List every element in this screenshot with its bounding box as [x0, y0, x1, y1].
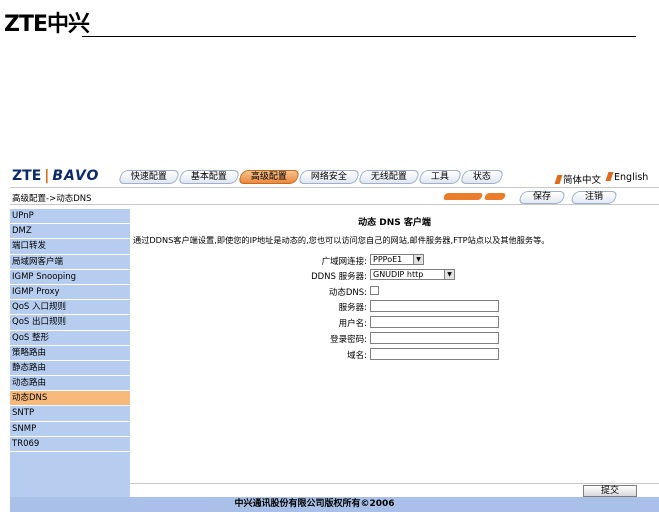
header-rule [82, 36, 636, 37]
sidebar-item-static-routing[interactable]: 静态路由 [10, 361, 130, 377]
sidebar-item-policy-routing[interactable]: 策略路由 [10, 346, 130, 361]
server-input[interactable] [370, 300, 499, 312]
sidebar-item-qos-ingress[interactable]: QoS 入口规则 [10, 300, 130, 316]
action-buttons: 保存 注销 [517, 191, 619, 204]
server-label: 服务器: [338, 303, 367, 313]
top-nav-bar: ZTE | BAVO 快速配置 基本配置 高级配置 网络安全 无线配置 工具 状态 … [10, 165, 659, 188]
ddns-server-select[interactable]: GNUDIP http ▼ [370, 269, 455, 280]
sidebar-item-qos-shaping[interactable]: QoS 整形 [10, 331, 130, 346]
sidebar-item-tr069[interactable]: TR069 [10, 437, 130, 452]
username-input[interactable] [370, 316, 499, 328]
main-tabs: 快速配置 基本配置 高级配置 网络安全 无线配置 工具 状态 [117, 170, 505, 184]
main-content: 动态 DNS 客户端 通过DDNS客户端设置,即使您的IP地址是动态的,您也可以… [130, 209, 659, 497]
chevron-down-icon[interactable]: ▼ [413, 255, 423, 264]
copyright-footer: 中兴通讯股份有限公司版权所有©2006 [10, 497, 659, 512]
sidebar-item-igmp-proxy[interactable]: IGMP Proxy [10, 285, 130, 301]
dynamic-dns-checkbox[interactable] [370, 286, 379, 295]
tab-basic-setup[interactable]: 基本配置 [177, 170, 241, 184]
dynamic-dns-label: 动态DNS: [328, 288, 367, 298]
username-label: 用户名: [338, 319, 367, 329]
sub-bar: 高级配置->动态DNS 保存 注销 [10, 189, 659, 205]
wan-connection-select[interactable]: PPPoE1 ▼ [370, 254, 424, 265]
language-switch: 简体中文 English [554, 172, 648, 186]
sidebar-item-dmz[interactable]: DMZ [10, 224, 130, 240]
tab-advanced-setup[interactable]: 高级配置 [237, 170, 301, 184]
ddns-server-label: DDNS 服务器: [311, 272, 367, 282]
brand-logo: ZTE | BAVO [12, 168, 100, 184]
domain-input[interactable] [370, 348, 499, 360]
tab-wireless-setup[interactable]: 无线配置 [357, 170, 421, 184]
sidebar-item-dynamic-routing[interactable]: 动态路由 [10, 376, 130, 392]
page-description: 通过DDNS客户端设置,即使您的IP地址是动态的,您也可以访问您自己的网站,邮件… [133, 235, 550, 245]
lang-chinese-link[interactable]: 简体中文 [554, 172, 601, 186]
domain-label: 域名: [347, 351, 367, 361]
sidebar-item-lan-clients[interactable]: 局域网客户端 [10, 255, 130, 270]
sidebar-item-sntp[interactable]: SNTP [10, 406, 130, 422]
sidebar-item-upnp[interactable]: UPnP [10, 209, 130, 225]
sidebar-item-igmp-snooping[interactable]: IGMP Snooping [10, 270, 130, 285]
router-ui: ZTE | BAVO 快速配置 基本配置 高级配置 网络安全 无线配置 工具 状态 … [10, 165, 659, 512]
chevron-down-icon[interactable]: ▼ [444, 270, 454, 279]
lang-marker-icon [605, 172, 614, 181]
sidebar-item-dynamic-dns[interactable]: 动态DNS [10, 391, 130, 407]
lang-english-link[interactable]: English [605, 172, 648, 186]
page-title: 动态 DNS 客户端 [358, 218, 431, 228]
sidebar-item-port-forwarding[interactable]: 端口转发 [10, 239, 130, 255]
decor-bar [483, 193, 507, 200]
decor-marks [442, 193, 507, 200]
save-button[interactable]: 保存 [517, 191, 567, 204]
decor-bar [442, 193, 484, 200]
password-label: 登录密码: [330, 335, 367, 345]
bottom-bar: 提交 [130, 483, 659, 497]
lang-marker-icon [554, 175, 563, 184]
document-header: ZTE中兴 [4, 4, 636, 40]
sidebar-item-snmp[interactable]: SNMP [10, 422, 130, 437]
sidebar: UPnP DMZ 端口转发 局域网客户端 IGMP Snooping IGMP … [10, 209, 130, 497]
submit-button[interactable]: 提交 [583, 485, 637, 497]
tab-tools[interactable]: 工具 [417, 170, 463, 184]
sidebar-item-qos-egress[interactable]: QoS 出口规则 [10, 315, 130, 331]
wan-connection-label: 广域网连接: [321, 257, 367, 267]
tab-status[interactable]: 状态 [459, 170, 505, 184]
zte-logo: ZTE中兴 [4, 12, 90, 37]
password-input[interactable] [370, 332, 499, 344]
breadcrumb: 高级配置->动态DNS [12, 194, 92, 204]
logout-button[interactable]: 注销 [569, 191, 619, 204]
tab-quick-setup[interactable]: 快速配置 [117, 170, 181, 184]
tab-network-security[interactable]: 网络安全 [297, 170, 361, 184]
